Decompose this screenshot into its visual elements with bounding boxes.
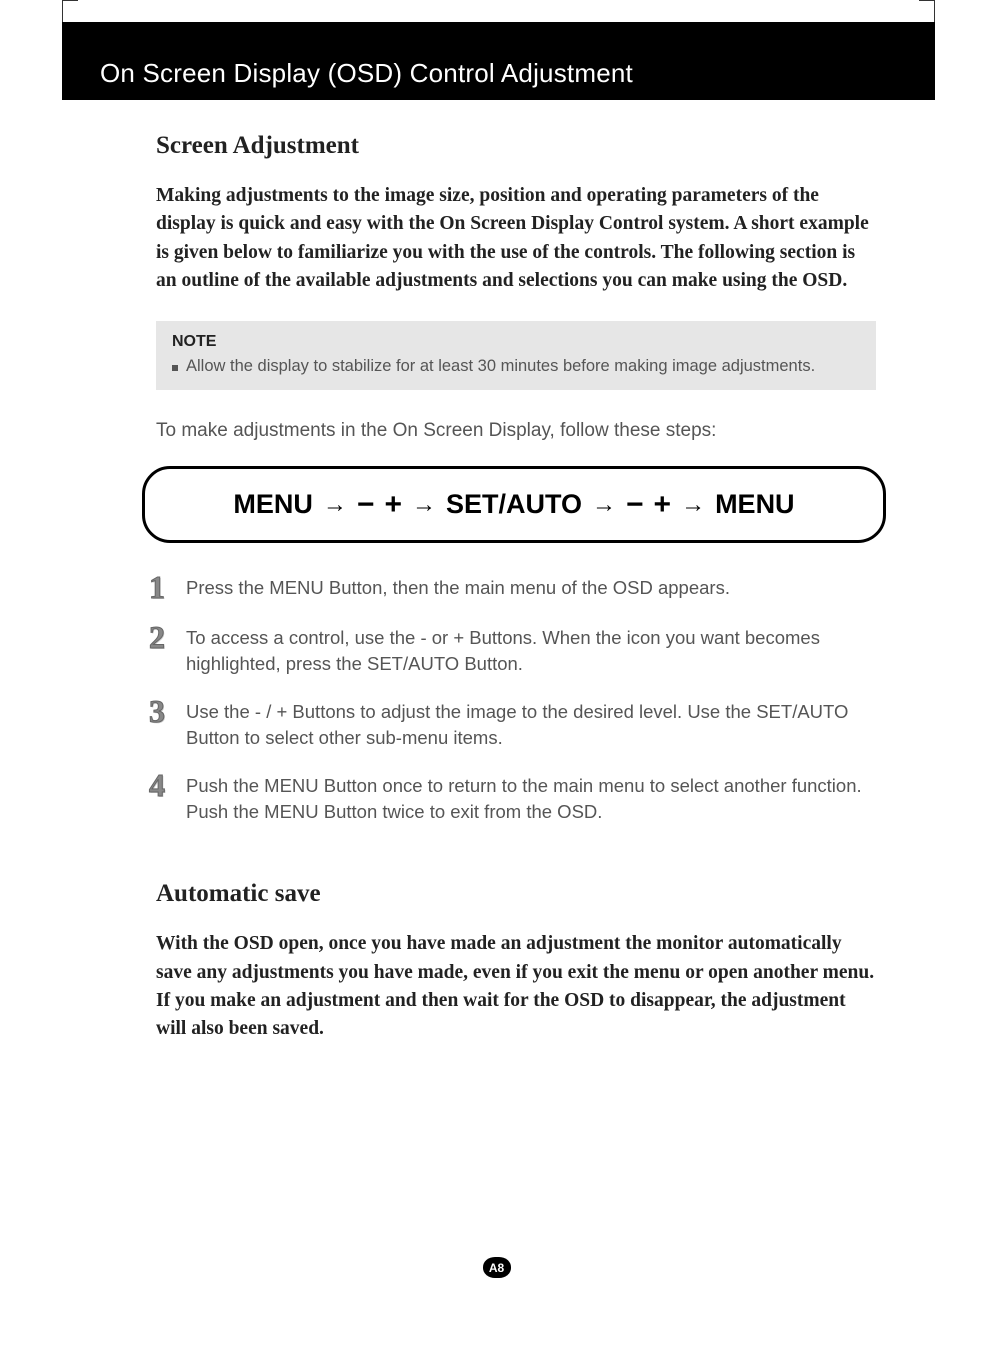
steps-list: 1 Press the MENU Button, then the main m… [142, 575, 862, 824]
section-automatic-save: Automatic save With the OSD open, once y… [156, 880, 887, 1043]
step-text: Press the MENU Button, then the main men… [186, 575, 730, 601]
note-item: Allow the display to stabilize for at le… [172, 357, 860, 376]
page-number: A8 [483, 1257, 511, 1278]
step-text: To access a control, use the - or + Butt… [186, 625, 862, 677]
flow-text-menu: MENU [233, 489, 313, 520]
arrow-icon: → [412, 491, 436, 519]
flow-text-setauto: SET/AUTO [446, 489, 582, 520]
button-sequence-box: MENU → − + → SET/AUTO → − + → MENU [142, 466, 886, 543]
step-item: 2 To access a control, use the - or + Bu… [142, 625, 862, 677]
flow-text-menu-end: MENU [715, 489, 795, 520]
plus-icon: + [384, 490, 402, 520]
step-item: 4 Push the MENU Button once to return to… [142, 773, 862, 825]
step-text: Push the MENU Button once to return to t… [186, 773, 862, 825]
note-label: NOTE [172, 333, 860, 351]
step-text: Use the - / + Buttons to adjust the imag… [186, 699, 862, 751]
arrow-icon: → [592, 491, 616, 519]
step-item: 1 Press the MENU Button, then the main m… [142, 575, 862, 603]
automatic-save-body: With the OSD open, once you have made an… [156, 930, 876, 1043]
minus-icon: − [626, 490, 644, 520]
arrow-icon: → [323, 491, 347, 519]
note-text: Allow the display to stabilize for at le… [186, 357, 815, 376]
minus-icon: − [357, 490, 375, 520]
crop-mark-tl [62, 0, 78, 22]
page-content: Screen Adjustment Making adjustments to … [62, 100, 935, 1069]
note-box: NOTE Allow the display to stabilize for … [156, 321, 876, 390]
intro-paragraph: Making adjustments to the image size, po… [156, 182, 876, 295]
step-number: 1 [142, 571, 172, 603]
bullet-icon [172, 365, 178, 371]
lead-in-text: To make adjustments in the On Screen Dis… [156, 420, 876, 442]
page-header: On Screen Display (OSD) Control Adjustme… [62, 22, 935, 100]
step-number: 3 [142, 695, 172, 727]
step-number: 4 [142, 769, 172, 801]
crop-mark-tr [919, 0, 935, 22]
step-item: 3 Use the - / + Buttons to adjust the im… [142, 699, 862, 751]
plus-icon: + [654, 490, 672, 520]
step-number: 2 [142, 621, 172, 653]
arrow-icon: → [681, 491, 705, 519]
page-header-title: On Screen Display (OSD) Control Adjustme… [62, 22, 935, 89]
section-title-automatic-save: Automatic save [156, 880, 887, 908]
section-title-screen-adjustment: Screen Adjustment [156, 132, 887, 160]
